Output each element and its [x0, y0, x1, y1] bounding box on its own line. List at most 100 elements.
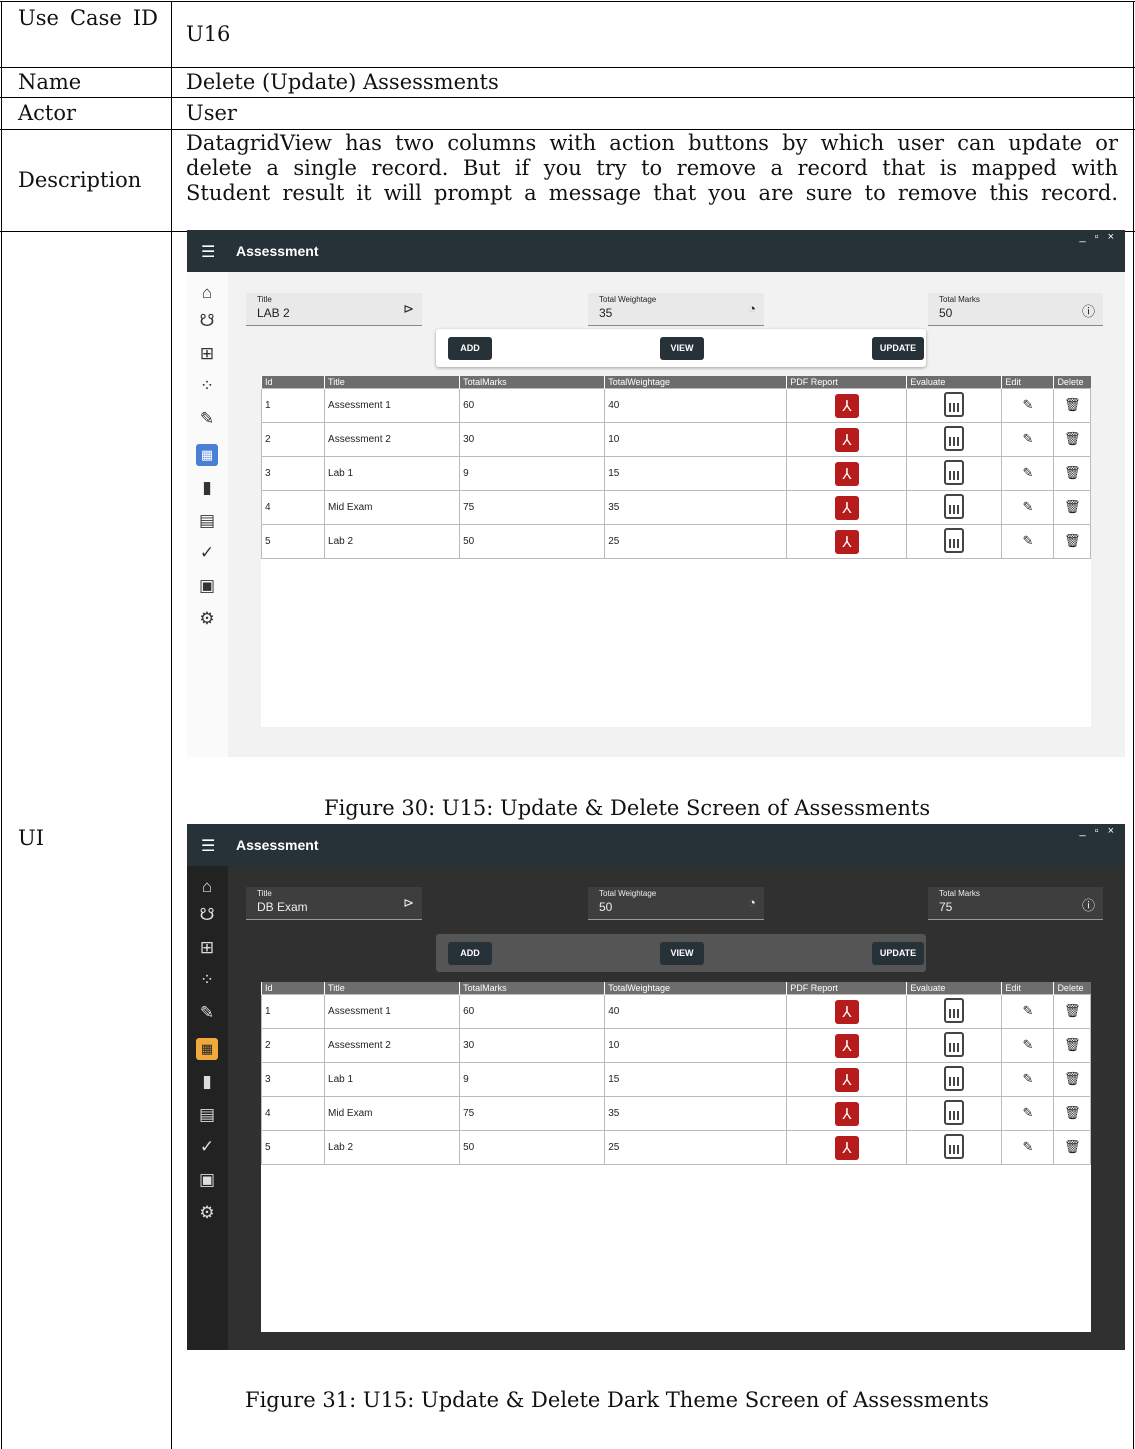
title-field[interactable]: Title LAB 2 ⊳: [246, 293, 422, 326]
add-button[interactable]: ADD: [448, 942, 492, 965]
calculator-icon[interactable]: [944, 1031, 965, 1057]
pdf-report-icon[interactable]: ⅄: [834, 1101, 859, 1126]
edit-icon[interactable]: ✎: [1001, 1096, 1055, 1131]
column-header[interactable]: TotalWeightage: [604, 376, 787, 389]
column-header[interactable]: TotalMarks: [459, 376, 605, 389]
delete-icon[interactable]: 🗑: [1053, 388, 1091, 423]
column-header[interactable]: Id: [260, 376, 325, 389]
edit-icon[interactable]: ✎: [1001, 524, 1055, 559]
column-header[interactable]: Title: [324, 376, 460, 389]
assessment-table-icon[interactable]: ▦: [196, 1038, 218, 1060]
calculator-icon[interactable]: [944, 997, 965, 1023]
column-header[interactable]: PDF Report: [786, 376, 907, 389]
ruler-icon[interactable]: ✎: [196, 1002, 218, 1024]
column-header[interactable]: TotalMarks: [459, 982, 605, 995]
table-row[interactable]: 3 Lab 1 9 15 ⅄ ✎ 🗑: [260, 456, 1091, 491]
delete-icon[interactable]: 🗑: [1053, 994, 1091, 1029]
delete-icon[interactable]: 🗑: [1053, 1096, 1091, 1131]
graduation-cap-icon[interactable]: ☋: [196, 310, 218, 332]
hierarchy-icon[interactable]: ⊞: [196, 343, 218, 365]
calculator-icon[interactable]: [944, 1133, 965, 1159]
add-button[interactable]: ADD: [448, 337, 492, 360]
checklist-icon[interactable]: ✓: [196, 1136, 218, 1158]
hamburger-icon[interactable]: ☰: [201, 242, 215, 262]
pdf-report-icon[interactable]: ⅄: [834, 999, 859, 1024]
pdf-report-icon[interactable]: ⅄: [834, 393, 859, 418]
calculator-icon[interactable]: ▤: [196, 1104, 218, 1126]
pdf-report-icon[interactable]: ⅄: [834, 1067, 859, 1092]
edit-icon[interactable]: ✎: [1001, 422, 1055, 457]
checklist-icon[interactable]: ✓: [196, 542, 218, 564]
delete-icon[interactable]: 🗑: [1053, 422, 1091, 457]
edit-icon[interactable]: ✎: [1001, 1130, 1055, 1165]
pdf-report-icon[interactable]: ⅄: [834, 1135, 859, 1160]
hierarchy-icon[interactable]: ⊞: [196, 937, 218, 959]
book-icon[interactable]: ▮: [196, 477, 218, 499]
view-button[interactable]: VIEW: [660, 942, 704, 965]
column-header[interactable]: Delete: [1053, 982, 1091, 995]
scatter-icon[interactable]: ⁘: [196, 375, 218, 397]
delete-icon[interactable]: 🗑: [1053, 1130, 1091, 1165]
table-row[interactable]: 2 Assessment 2 30 10 ⅄ ✎ 🗑: [260, 1028, 1091, 1063]
edit-icon[interactable]: ✎: [1001, 490, 1055, 525]
pdf-icon[interactable]: ▣: [196, 575, 218, 597]
delete-icon[interactable]: 🗑: [1053, 1028, 1091, 1063]
edit-icon[interactable]: ✎: [1001, 456, 1055, 491]
column-header[interactable]: Edit: [1001, 982, 1054, 995]
calculator-icon[interactable]: [944, 1065, 965, 1091]
calculator-icon[interactable]: ▤: [196, 510, 218, 532]
weightage-field[interactable]: Total Weightage 50 ◔: [588, 887, 764, 920]
home-icon[interactable]: ⌂: [196, 282, 218, 304]
calculator-icon[interactable]: [944, 425, 965, 451]
scatter-icon[interactable]: ⁘: [196, 969, 218, 991]
column-header[interactable]: Edit: [1001, 376, 1054, 389]
delete-icon[interactable]: 🗑: [1053, 490, 1091, 525]
view-button[interactable]: VIEW: [660, 337, 704, 360]
title-field[interactable]: Title DB Exam ⊳: [246, 887, 422, 920]
table-row[interactable]: 5 Lab 2 50 25 ⅄ ✎ 🗑: [260, 524, 1091, 559]
calculator-icon[interactable]: [944, 459, 965, 485]
table-row[interactable]: 5 Lab 2 50 25 ⅄ ✎ 🗑: [260, 1130, 1091, 1165]
marks-field[interactable]: Total Marks 75 ⓘ: [928, 887, 1103, 920]
pdf-report-icon[interactable]: ⅄: [834, 1033, 859, 1058]
column-header[interactable]: Evaluate: [906, 376, 1002, 389]
window-controls[interactable]: _ ▫ ×: [1079, 825, 1117, 837]
update-button[interactable]: UPDATE: [872, 942, 924, 965]
delete-icon[interactable]: 🗑: [1053, 456, 1091, 491]
calculator-icon[interactable]: [944, 493, 965, 519]
weightage-field[interactable]: Total Weightage 35 ◔: [588, 293, 764, 326]
update-button[interactable]: UPDATE: [872, 337, 924, 360]
table-row[interactable]: 1 Assessment 1 60 40 ⅄ ✎ 🗑: [260, 388, 1091, 423]
hamburger-icon[interactable]: ☰: [201, 836, 215, 856]
table-row[interactable]: 2 Assessment 2 30 10 ⅄ ✎ 🗑: [260, 422, 1091, 457]
assessment-table-icon[interactable]: ▦: [196, 444, 218, 466]
table-row[interactable]: 3 Lab 1 9 15 ⅄ ✎ 🗑: [260, 1062, 1091, 1097]
graduation-cap-icon[interactable]: ☋: [196, 904, 218, 926]
table-row[interactable]: 4 Mid Exam 75 35 ⅄ ✎ 🗑: [260, 490, 1091, 525]
pdf-report-icon[interactable]: ⅄: [834, 495, 859, 520]
window-controls[interactable]: _ ▫ ×: [1079, 231, 1117, 243]
calculator-icon[interactable]: [944, 527, 965, 553]
edit-icon[interactable]: ✎: [1001, 1028, 1055, 1063]
delete-icon[interactable]: 🗑: [1053, 524, 1091, 559]
ruler-icon[interactable]: ✎: [196, 408, 218, 430]
book-icon[interactable]: ▮: [196, 1071, 218, 1093]
edit-icon[interactable]: ✎: [1001, 388, 1055, 423]
home-icon[interactable]: ⌂: [196, 876, 218, 898]
pdf-icon[interactable]: ▣: [196, 1169, 218, 1191]
edit-icon[interactable]: ✎: [1001, 1062, 1055, 1097]
column-header[interactable]: Title: [324, 982, 460, 995]
calculator-icon[interactable]: [944, 1099, 965, 1125]
pdf-report-icon[interactable]: ⅄: [834, 529, 859, 554]
column-header[interactable]: TotalWeightage: [604, 982, 787, 995]
column-header[interactable]: Evaluate: [906, 982, 1002, 995]
column-header[interactable]: PDF Report: [786, 982, 907, 995]
calculator-icon[interactable]: [944, 391, 965, 417]
gear-icon[interactable]: ⚙: [196, 1202, 218, 1224]
table-row[interactable]: 4 Mid Exam 75 35 ⅄ ✎ 🗑: [260, 1096, 1091, 1131]
pdf-report-icon[interactable]: ⅄: [834, 461, 859, 486]
edit-icon[interactable]: ✎: [1001, 994, 1055, 1029]
pdf-report-icon[interactable]: ⅄: [834, 427, 859, 452]
gear-icon[interactable]: ⚙: [196, 608, 218, 630]
table-row[interactable]: 1 Assessment 1 60 40 ⅄ ✎ 🗑: [260, 994, 1091, 1029]
